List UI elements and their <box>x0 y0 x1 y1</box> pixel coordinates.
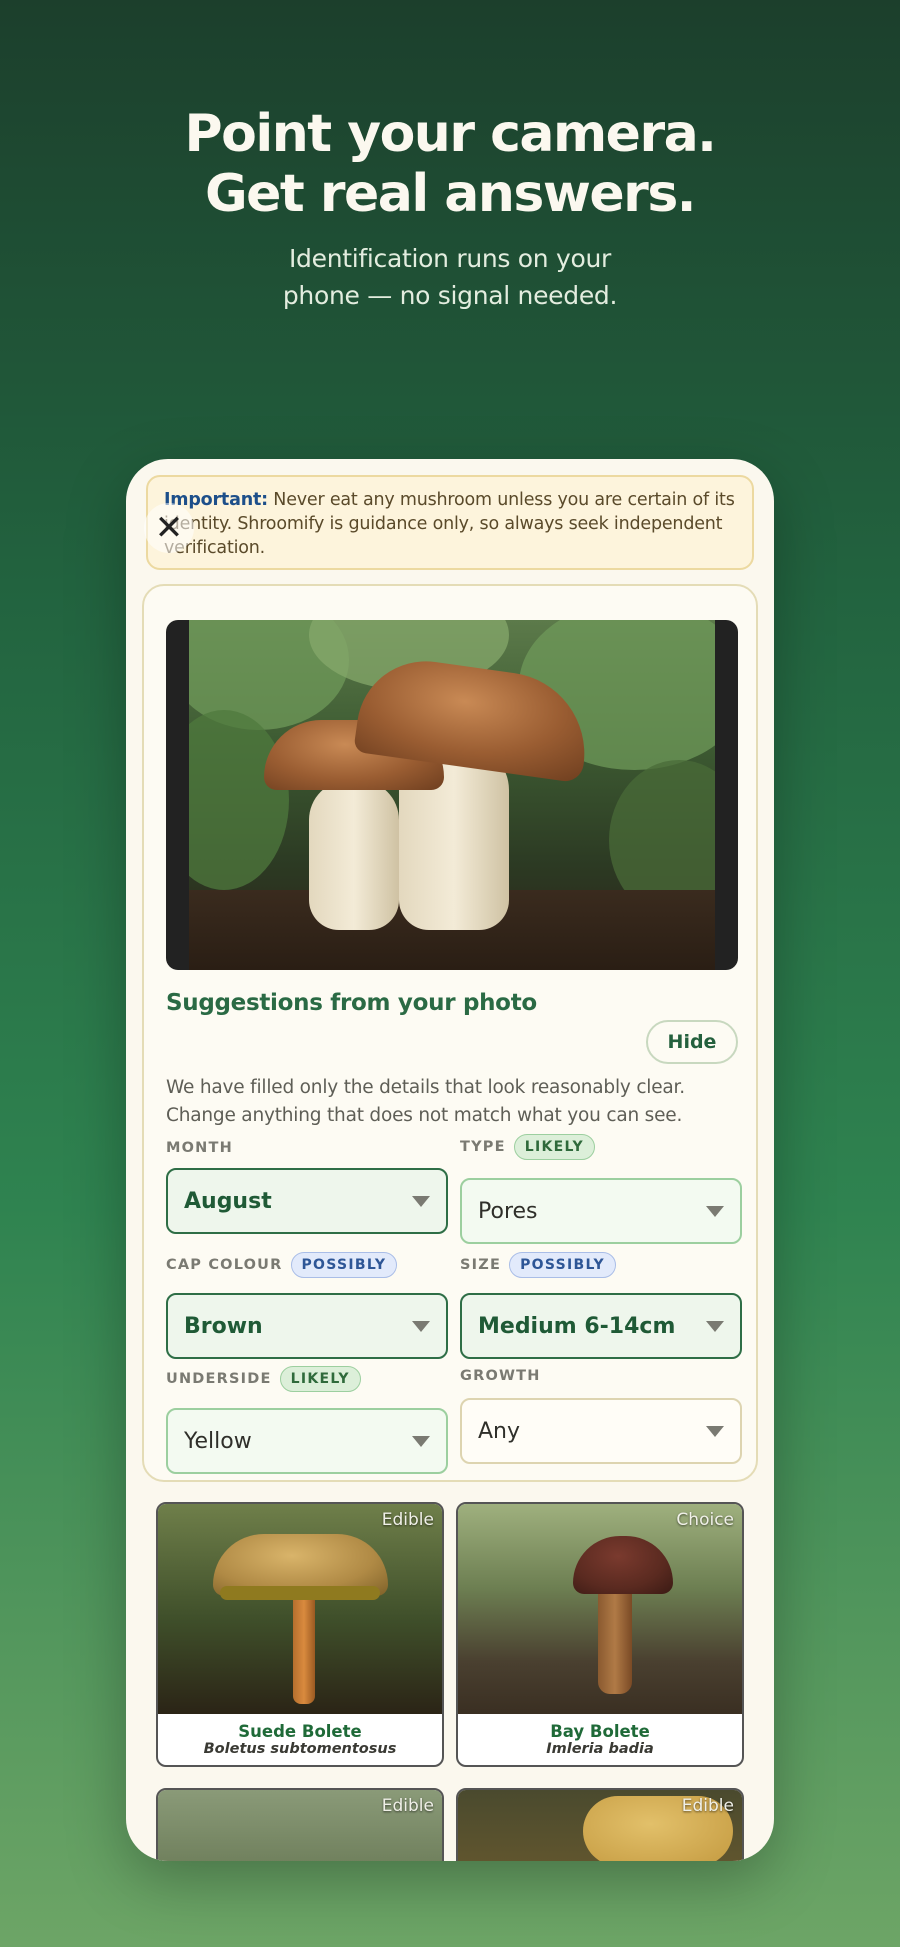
result-image: Edible <box>158 1790 442 1861</box>
cap-colour-select[interactable]: Brown <box>166 1293 448 1359</box>
month-select[interactable]: August <box>166 1168 448 1234</box>
type-label: TYPE LIKELY <box>460 1134 595 1160</box>
chevron-down-icon <box>412 1436 430 1447</box>
uploaded-photo <box>166 620 738 970</box>
underside-label-text: UNDERSIDE <box>166 1371 272 1387</box>
result-image: Edible <box>158 1504 442 1714</box>
result-image: Choice <box>458 1504 742 1714</box>
cap-colour-label-text: CAP COLOUR <box>166 1257 283 1273</box>
phone-screen: Important: Never eat any mushroom unless… <box>126 459 774 1861</box>
edibility-tag: Edible <box>681 1796 734 1816</box>
type-value: Pores <box>478 1198 538 1224</box>
hero-title-line2: Get real answers. <box>204 164 697 224</box>
chevron-down-icon <box>706 1321 724 1332</box>
result-scientific-name: Imleria badia <box>546 1741 654 1757</box>
close-icon[interactable]: ✕ <box>144 503 194 553</box>
growth-value: Any <box>478 1418 521 1444</box>
suggestions-card: Suggestions from your photo Hide We have… <box>142 584 758 1482</box>
suggestions-title: Suggestions from your photo <box>166 990 537 1016</box>
size-label-text: SIZE <box>460 1257 502 1273</box>
cap-colour-value: Brown <box>184 1313 263 1339</box>
result-card-suede-bolete[interactable]: Edible Suede Bolete Boletus subtomentosu… <box>156 1502 444 1767</box>
underside-label: UNDERSIDE LIKELY <box>166 1366 361 1392</box>
chevron-down-icon <box>412 1321 430 1332</box>
month-value: August <box>184 1188 272 1214</box>
size-select[interactable]: Medium 6-14cm <box>460 1293 742 1359</box>
edibility-tag: Edible <box>381 1796 434 1816</box>
growth-select[interactable]: Any <box>460 1398 742 1464</box>
hero-title-line1: Point your camera. <box>184 104 717 164</box>
cap-colour-label: CAP COLOUR POSSIBLY <box>166 1252 398 1278</box>
size-confidence-badge: POSSIBLY <box>509 1252 616 1278</box>
growth-label: GROWTH <box>460 1368 541 1384</box>
description-line1: We have filled only the details that loo… <box>166 1077 685 1098</box>
underside-value: Yellow <box>184 1428 252 1454</box>
edibility-tag: Choice <box>676 1510 734 1530</box>
result-image: Edible <box>458 1790 742 1861</box>
description-line2: Change anything that does not match what… <box>166 1105 683 1126</box>
month-label: MONTH <box>166 1140 233 1156</box>
type-select[interactable]: Pores <box>460 1178 742 1244</box>
safety-warning: Important: Never eat any mushroom unless… <box>146 475 754 570</box>
hero-subtitle: Identification runs on your phone — no s… <box>0 240 900 314</box>
size-value: Medium 6-14cm <box>478 1313 676 1339</box>
result-card[interactable]: Edible <box>156 1788 444 1861</box>
hero-subtitle-line2: phone — no signal needed. <box>282 281 618 310</box>
month-label-text: MONTH <box>166 1140 233 1156</box>
result-common-name: Suede Bolete <box>238 1722 362 1741</box>
result-common-name: Bay Bolete <box>550 1722 650 1741</box>
photo-image <box>189 620 715 970</box>
hide-button[interactable]: Hide <box>646 1020 738 1064</box>
hero-title: Point your camera. Get real answers. <box>0 104 900 224</box>
size-label: SIZE POSSIBLY <box>460 1252 616 1278</box>
chevron-down-icon <box>706 1426 724 1437</box>
chevron-down-icon <box>412 1196 430 1207</box>
edibility-tag: Edible <box>381 1510 434 1530</box>
suggestions-description: We have filled only the details that loo… <box>166 1074 736 1130</box>
underside-select[interactable]: Yellow <box>166 1408 448 1474</box>
result-scientific-name: Boletus subtomentosus <box>203 1741 397 1757</box>
chevron-down-icon <box>706 1206 724 1217</box>
result-card[interactable]: Edible <box>456 1788 744 1861</box>
result-card-bay-bolete[interactable]: Choice Bay Bolete Imleria badia <box>456 1502 744 1767</box>
underside-confidence-badge: LIKELY <box>279 1366 361 1392</box>
type-confidence-badge: LIKELY <box>513 1134 595 1160</box>
hero-subtitle-line1: Identification runs on your <box>288 244 611 273</box>
type-label-text: TYPE <box>460 1139 506 1155</box>
cap-colour-confidence-badge: POSSIBLY <box>290 1252 398 1278</box>
growth-label-text: GROWTH <box>460 1368 541 1384</box>
